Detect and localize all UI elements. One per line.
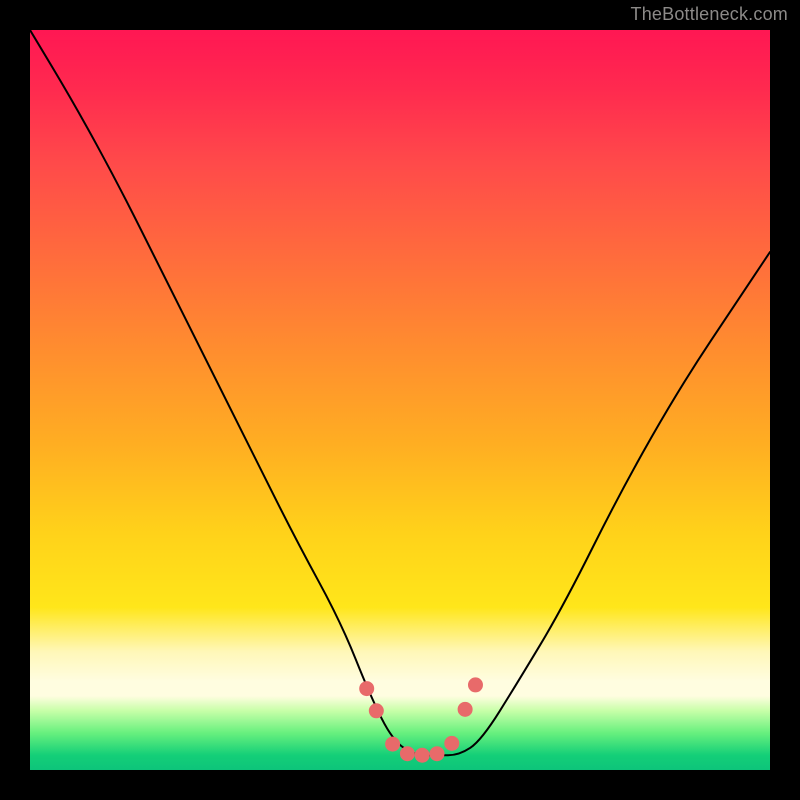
marker-group	[360, 678, 483, 762]
marker-point	[415, 748, 429, 762]
marker-point	[445, 736, 459, 750]
bottleneck-curve	[30, 30, 770, 770]
marker-point	[400, 747, 414, 761]
marker-point	[386, 737, 400, 751]
marker-point	[458, 702, 472, 716]
marker-point	[468, 678, 482, 692]
watermark-text: TheBottleneck.com	[631, 4, 788, 25]
marker-point	[369, 704, 383, 718]
plot-area	[30, 30, 770, 770]
outer-frame: TheBottleneck.com	[0, 0, 800, 800]
marker-point	[360, 682, 374, 696]
curve-path	[30, 30, 770, 755]
marker-point	[430, 747, 444, 761]
